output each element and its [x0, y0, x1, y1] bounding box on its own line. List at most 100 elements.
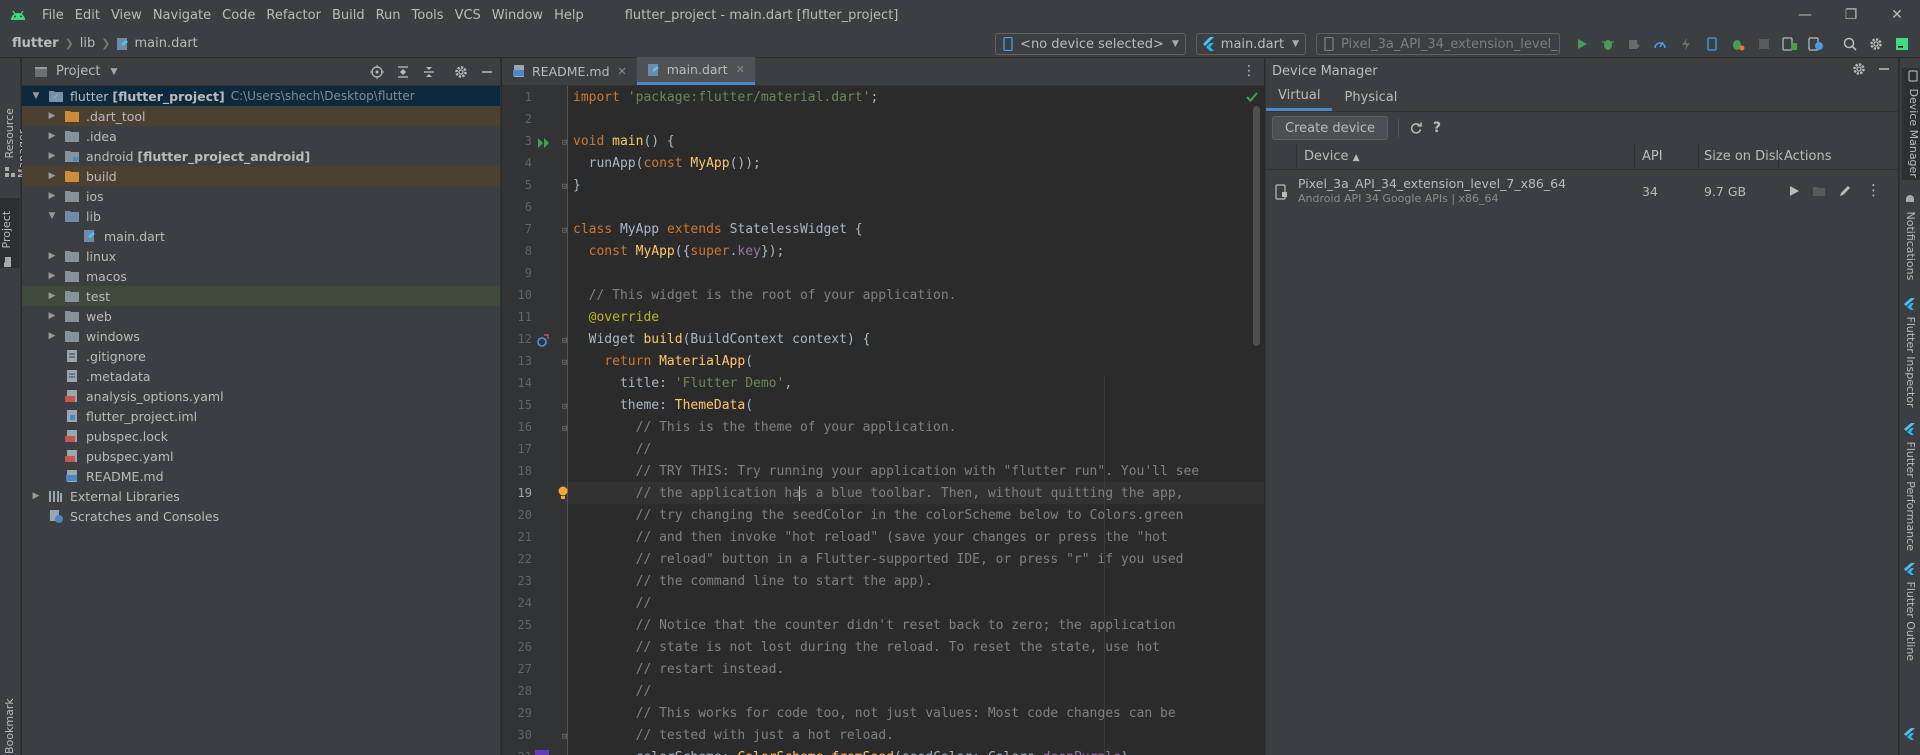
breadcrumb-lib[interactable]: lib — [80, 36, 95, 51]
bookmarks-tab[interactable]: Bookmarks — [3, 698, 16, 754]
run-gutter-icon[interactable] — [537, 137, 551, 149]
tree-item-ios[interactable]: ▶ ios — [22, 186, 500, 206]
column-actions[interactable]: Actions — [1784, 149, 1832, 164]
chevron-right-icon[interactable]: ▶ — [46, 251, 58, 261]
chevron-right-icon[interactable]: ▶ — [46, 131, 58, 141]
chevron-right-icon[interactable]: ▶ — [46, 111, 58, 121]
open-folder-icon[interactable] — [1812, 185, 1826, 197]
menu-vcs[interactable]: VCS — [455, 8, 481, 23]
tree-item-iml[interactable]: flutter_project.iml — [22, 406, 500, 426]
help-icon[interactable]: ? — [1433, 120, 1441, 136]
more-options-icon[interactable]: ⋮ — [1866, 181, 1881, 199]
profile-icon[interactable] — [1648, 32, 1672, 56]
tree-item-windows[interactable]: ▶ windows — [22, 326, 500, 346]
tree-item-android[interactable]: ▶ android [flutter_project_android] — [22, 146, 500, 166]
lightbulb-icon[interactable] — [557, 486, 569, 500]
settings-gear-icon[interactable] — [1864, 32, 1888, 56]
run-icon[interactable] — [1570, 32, 1594, 56]
options-gear-icon[interactable] — [448, 61, 474, 83]
column-size[interactable]: Size on Disk — [1704, 149, 1783, 164]
device-row[interactable]: Pixel_3a_API_34_extension_level_7_x86_64… — [1266, 170, 1898, 214]
menu-edit[interactable]: Edit — [75, 8, 100, 23]
menu-help[interactable]: Help — [554, 8, 584, 23]
tree-item-dart-tool[interactable]: ▶ .dart_tool — [22, 106, 500, 126]
fold-marker-icon[interactable]: ⊟ — [562, 138, 567, 148]
menu-refactor[interactable]: Refactor — [266, 8, 321, 23]
color-swatch-icon[interactable] — [535, 750, 549, 755]
edit-pencil-icon[interactable] — [1838, 184, 1852, 198]
fold-marker-icon[interactable]: ⊟ — [562, 182, 567, 192]
hide-panel-icon[interactable] — [474, 61, 500, 83]
menu-view[interactable]: View — [111, 8, 142, 23]
tab-physical[interactable]: Physical — [1332, 83, 1409, 111]
stop-icon[interactable] — [1752, 32, 1776, 56]
fold-marker-icon[interactable]: ⊟ — [562, 732, 567, 742]
fold-marker-icon[interactable]: ⊟ — [562, 402, 567, 412]
search-icon[interactable] — [1838, 32, 1862, 56]
menu-code[interactable]: Code — [222, 8, 255, 23]
tree-item-idea[interactable]: ▶ .idea — [22, 126, 500, 146]
device-selector[interactable]: <no device selected> ▼ — [995, 33, 1186, 55]
tree-item-test[interactable]: ▶ test — [22, 286, 500, 306]
tree-item-main-dart[interactable]: main.dart — [22, 226, 500, 246]
chevron-right-icon[interactable]: ▶ — [46, 271, 58, 281]
menu-navigate[interactable]: Navigate — [153, 8, 211, 23]
tree-item-readme[interactable]: README.md — [22, 466, 500, 486]
menu-build[interactable]: Build — [332, 8, 365, 23]
override-gutter-icon[interactable] — [536, 334, 550, 348]
tab-main-dart[interactable]: main.dart ✕ — [636, 57, 755, 85]
close-tab-icon[interactable]: ✕ — [736, 63, 745, 76]
tree-item-lib[interactable]: ▼ lib — [22, 206, 500, 226]
chevron-right-icon[interactable]: ▶ — [46, 291, 58, 301]
tree-item-pubspec-lock[interactable]: pubspec.lock — [22, 426, 500, 446]
sdk-manager-icon[interactable] — [1804, 32, 1828, 56]
tree-item-macos[interactable]: ▶ macos — [22, 266, 500, 286]
hide-panel-icon[interactable] — [1878, 62, 1890, 76]
vertical-scrollbar[interactable] — [1253, 106, 1260, 346]
refresh-icon[interactable] — [1409, 121, 1423, 135]
device-manager-toolbar-icon[interactable] — [1778, 32, 1802, 56]
device-manager-stripe-tab[interactable]: Device Manager — [1902, 68, 1920, 180]
hot-reload-icon[interactable] — [1674, 32, 1698, 56]
tree-item-build[interactable]: ▶ build — [22, 166, 500, 186]
avd-selector[interactable]: Pixel_3a_API_34_extension_level_7_x8 ▼ — [1316, 33, 1560, 55]
chevron-right-icon[interactable]: ▶ — [46, 331, 58, 341]
menu-window[interactable]: Window — [492, 8, 543, 23]
project-panel-title[interactable]: Project — [56, 64, 100, 79]
debug-icon[interactable] — [1596, 32, 1620, 56]
more-options-icon[interactable]: ⋮ — [1242, 63, 1256, 79]
fold-marker-icon[interactable]: ⊟ — [562, 358, 567, 368]
chevron-down-icon[interactable]: ▼ — [46, 211, 58, 221]
settings-gear-icon[interactable] — [1852, 62, 1866, 76]
build-variants-icon[interactable] — [1904, 728, 1916, 740]
chevron-down-icon[interactable]: ▼ — [110, 67, 117, 77]
restore-button[interactable]: ❐ — [1828, 0, 1874, 30]
project-tab[interactable]: Project — [0, 198, 20, 268]
run-config-selector[interactable]: main.dart ▼ — [1195, 33, 1306, 55]
breadcrumb-file[interactable]: main.dart — [134, 36, 197, 51]
chevron-right-icon[interactable]: ▶ — [46, 191, 58, 201]
tree-item-external-libraries[interactable]: ▶ External Libraries — [22, 486, 500, 506]
tree-item-pubspec-yaml[interactable]: pubspec.yaml — [22, 446, 500, 466]
tree-item-gitignore[interactable]: .gitignore — [22, 346, 500, 366]
flutter-attach-icon[interactable] — [1726, 32, 1750, 56]
breadcrumb-project[interactable]: flutter — [12, 36, 59, 51]
select-opened-file-icon[interactable] — [364, 61, 390, 83]
tree-item-web[interactable]: ▶ web — [22, 306, 500, 326]
chevron-right-icon[interactable]: ▶ — [46, 151, 58, 161]
tab-virtual[interactable]: Virtual — [1266, 83, 1333, 111]
attach-debugger-icon[interactable] — [1622, 32, 1646, 56]
expand-all-icon[interactable] — [390, 61, 416, 83]
chevron-right-icon[interactable]: ▶ — [46, 171, 58, 181]
tree-item-analysis-options[interactable]: analysis_options.yaml — [22, 386, 500, 406]
chevron-right-icon[interactable]: ▶ — [46, 311, 58, 321]
code-area[interactable]: 1 2 3 4 5 6 7 8 9 10 11 12 13 14 15 16 1… — [502, 86, 1264, 755]
tree-item-linux[interactable]: ▶ linux — [22, 246, 500, 266]
ide-logo-icon[interactable] — [1890, 32, 1914, 56]
tree-item-scratches[interactable]: Scratches and Consoles — [22, 506, 500, 526]
tree-item-flutter-root[interactable]: ▼ flutter [flutter_project] C:\Users\she… — [22, 86, 500, 106]
flutter-inspector-stripe-tab[interactable]: Flutter Inspector — [1904, 298, 1917, 408]
menu-run[interactable]: Run — [376, 8, 401, 23]
menu-file[interactable]: File — [42, 8, 64, 23]
collapse-all-icon[interactable] — [416, 61, 442, 83]
